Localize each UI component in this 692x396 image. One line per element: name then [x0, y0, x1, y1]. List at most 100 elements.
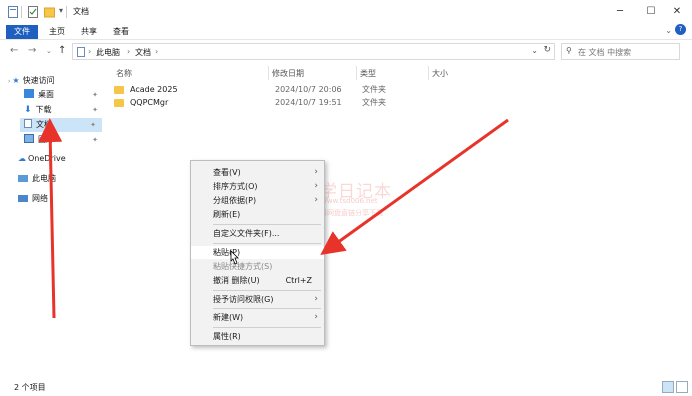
address-dropdown-icon[interactable]: ⌄ [531, 46, 538, 55]
explorer-app-icon[interactable] [8, 6, 18, 18]
menu-item-refresh[interactable]: 刷新(E) [191, 208, 324, 221]
sidebar-item-downloads[interactable]: ⬇ 下载 ✦ [24, 103, 104, 117]
tab-home[interactable]: 主页 [44, 25, 70, 39]
submenu-arrow-icon: › [314, 294, 318, 304]
file-date: 2024/10/7 19:51 [275, 98, 342, 107]
file-row[interactable]: Acade 2025 2024/10/7 20:06 文件夹 [112, 83, 552, 97]
menu-item-paste[interactable]: 粘贴(P) [191, 246, 324, 259]
sidebar-item-label: 网络 [32, 194, 48, 203]
download-icon: ⬇ [24, 105, 32, 115]
back-arrow-icon[interactable]: ← [10, 45, 18, 56]
column-header-size[interactable]: 大小 [432, 68, 448, 79]
column-header-date[interactable]: 修改日期 [272, 68, 304, 79]
toolbar-divider [21, 6, 22, 18]
menu-item-paste-shortcut[interactable]: 粘贴快捷方式(S) [191, 260, 324, 273]
menu-item-properties[interactable]: 属性(R) [191, 330, 324, 343]
tab-share[interactable]: 共享 [76, 25, 102, 39]
menu-separator [213, 224, 321, 225]
menu-item-grant-access[interactable]: 授予访问权限(G) › [191, 293, 324, 306]
breadcrumb-separator: › [127, 47, 131, 56]
menu-item-label: 查看(V) [213, 168, 241, 177]
expand-ribbon-icon[interactable]: ⌄ [665, 26, 672, 35]
submenu-arrow-icon: › [314, 312, 318, 322]
file-type: 文件夹 [362, 98, 386, 107]
forward-arrow-icon[interactable]: → [28, 45, 36, 56]
folder-icon [114, 86, 124, 94]
sidebar-item-documents[interactable]: 文档 ✦ [20, 118, 102, 132]
menu-separator [213, 290, 321, 291]
title-bar: ▾ 文档 ─ ☐ ✕ [0, 0, 692, 24]
menu-item-label: 排序方式(O) [213, 182, 258, 191]
pin-icon[interactable]: ✦ [92, 88, 98, 102]
folder-icon [114, 99, 124, 107]
column-divider[interactable] [428, 66, 429, 80]
desktop-icon [24, 89, 34, 98]
up-arrow-icon[interactable]: ↑ [58, 45, 66, 56]
watermark-url: www.tsd006.net [321, 197, 378, 205]
menu-item-new[interactable]: 新建(W) › [191, 311, 324, 324]
navigation-pane: › ★ 快速访问 桌面 ✦ ⬇ 下载 ✦ 文档 ✦ 图片 ✦ ☁ OneDrive 此电… [0, 64, 104, 376]
new-folder-icon[interactable] [44, 6, 55, 18]
breadcrumb-documents[interactable]: 文档 [135, 47, 151, 58]
column-header-name[interactable]: 名称 [116, 68, 132, 79]
sidebar-item-label: 图片 [38, 135, 54, 144]
column-divider[interactable] [356, 66, 357, 80]
menu-item-sort[interactable]: 排序方式(O) › [191, 180, 324, 193]
close-button[interactable]: ✕ [662, 4, 692, 20]
sidebar-item-label: 此电脑 [32, 174, 56, 183]
sidebar-item-quick-access[interactable]: › ★ 快速访问 [8, 74, 98, 88]
sidebar-item-label: 文档 [36, 120, 52, 129]
tab-view[interactable]: 查看 [108, 25, 134, 39]
recent-locations-icon[interactable]: ⌄ [46, 47, 52, 55]
menu-item-customize[interactable]: 自定义文件夹(F)... [191, 227, 324, 240]
menu-item-view[interactable]: 查看(V) › [191, 166, 324, 179]
pin-icon[interactable]: ✦ [92, 133, 98, 147]
submenu-arrow-icon: › [314, 195, 318, 205]
menu-item-label: 自定义文件夹(F)... [213, 229, 280, 238]
item-count: 2 个项目 [14, 383, 46, 392]
sidebar-item-network[interactable]: 网络 [18, 192, 108, 206]
file-date: 2024/10/7 20:06 [275, 85, 342, 94]
properties-icon[interactable] [28, 6, 38, 18]
details-view-icon[interactable] [662, 381, 674, 393]
network-icon [18, 195, 28, 202]
address-row: ← → ⌄ ↑ › 此电脑 › 文档 › ⌄ ↻ ⚲ 在 文档 中搜索 [0, 41, 692, 63]
refresh-icon[interactable]: ↻ [543, 45, 551, 55]
minimize-button[interactable]: ─ [605, 4, 635, 20]
menu-item-label: 刷新(E) [213, 210, 241, 219]
menu-item-label: 粘贴快捷方式(S) [213, 262, 273, 271]
file-name: Acade 2025 [130, 85, 178, 94]
file-type: 文件夹 [362, 85, 386, 94]
sidebar-item-onedrive[interactable]: ☁ OneDrive [18, 152, 108, 166]
help-icon[interactable]: ? [675, 24, 686, 35]
breadcrumb-separator: › [88, 47, 92, 56]
menu-item-label: 分组依据(P) [213, 196, 257, 205]
sidebar-item-pictures[interactable]: 图片 ✦ [24, 133, 104, 147]
menu-item-label: 授予访问权限(G) [213, 295, 274, 304]
menu-separator [213, 327, 321, 328]
quick-access-dropdown-icon[interactable]: ▾ [59, 6, 63, 18]
file-row[interactable]: QQPCMgr 2024/10/7 19:51 文件夹 [112, 96, 552, 110]
keyboard-shortcut: Ctrl+Z [285, 276, 312, 285]
sidebar-item-this-pc[interactable]: 此电脑 [18, 172, 108, 186]
context-menu: 查看(V) › 排序方式(O) › 分组依据(P) › 刷新(E) 自定义文件夹(F)… [190, 160, 325, 346]
search-box[interactable]: ⚲ 在 文档 中搜索 [561, 43, 680, 60]
menu-separator [213, 308, 321, 309]
menu-item-group[interactable]: 分组依据(P) › [191, 194, 324, 207]
ribbon-tabs: 文件 主页 共享 查看 ⌄ ? [0, 24, 692, 40]
address-bar[interactable]: › 此电脑 › 文档 › ⌄ ↻ [72, 43, 555, 60]
menu-item-undo-delete[interactable]: 撤消 删除(U) Ctrl+Z [191, 274, 324, 287]
menu-separator [213, 243, 321, 244]
large-icons-view-icon[interactable] [676, 381, 688, 393]
sidebar-item-desktop[interactable]: 桌面 ✦ [24, 88, 104, 102]
cloud-icon: ☁ [18, 154, 26, 163]
menu-item-label: 属性(R) [213, 332, 241, 341]
search-icon: ⚲ [566, 46, 572, 55]
column-header-type[interactable]: 类型 [360, 68, 376, 79]
pin-icon[interactable]: ✦ [90, 118, 96, 132]
breadcrumb-this-pc[interactable]: 此电脑 [96, 47, 120, 58]
pin-icon[interactable]: ✦ [92, 103, 98, 117]
tab-file[interactable]: 文件 [6, 25, 38, 39]
submenu-arrow-icon: › [314, 167, 318, 177]
column-divider[interactable] [268, 66, 269, 80]
